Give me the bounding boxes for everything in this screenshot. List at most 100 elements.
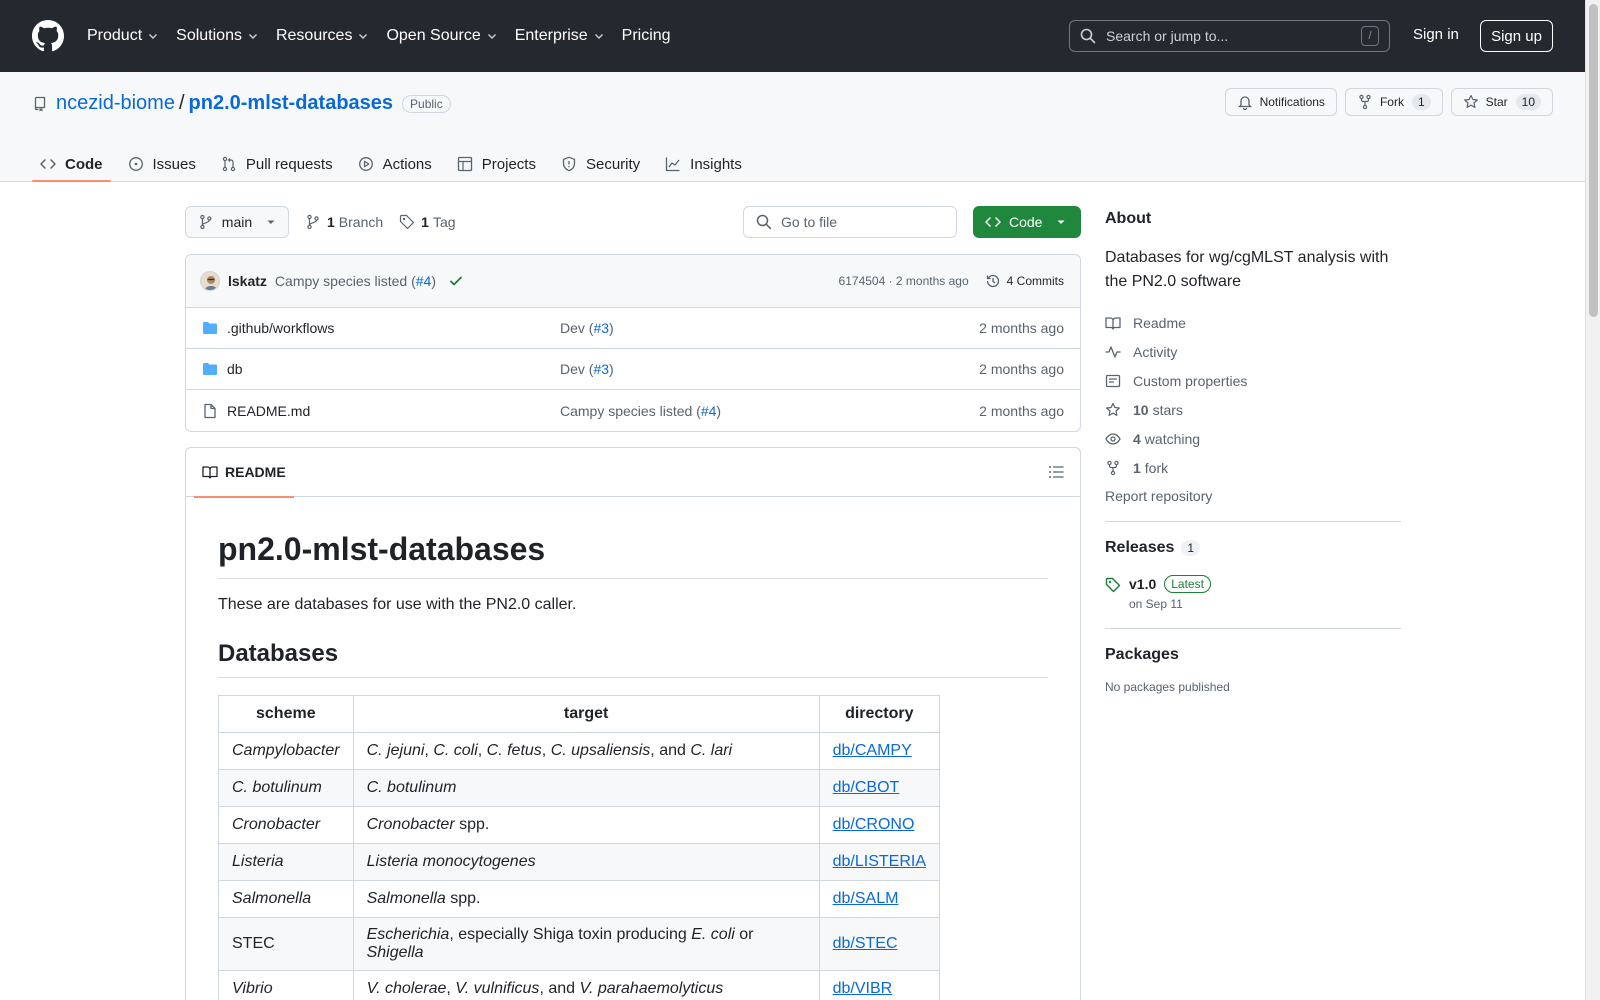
commit-author-link[interactable]: lskatz xyxy=(228,273,267,289)
file-commit-message[interactable]: Campy species listed (#4) xyxy=(560,403,721,419)
caret-down-icon xyxy=(267,220,275,224)
release-date: on Sep 11 xyxy=(1129,597,1183,611)
notifications-button[interactable]: Notifications xyxy=(1224,88,1337,116)
tab-issues[interactable]: Issues xyxy=(120,146,204,182)
star-icon xyxy=(1106,402,1120,416)
file-commit-pr-link[interactable]: #3 xyxy=(593,361,609,377)
sign-in-link[interactable]: Sign in xyxy=(1413,26,1459,43)
github-logo-icon[interactable] xyxy=(32,20,64,52)
file-commit-text: Dev ( xyxy=(560,361,594,377)
avatar[interactable] xyxy=(200,271,220,291)
table-row: STEC Escherichia, especially Shiga toxin … xyxy=(218,917,940,971)
repo-name-link[interactable]: pn2.0-mlst-databases xyxy=(189,92,394,115)
target-cell: Escherichia, especially Shiga toxin prod… xyxy=(352,917,820,971)
file-name-link[interactable]: README.md xyxy=(227,403,310,419)
directory-link[interactable]: db/STEC xyxy=(833,935,898,952)
caret-down-icon xyxy=(1057,220,1065,224)
directory-link[interactable]: db/VIBR xyxy=(833,980,893,997)
commit-sha-time[interactable]: 6174504 · 2 months ago xyxy=(839,274,969,288)
code-icon xyxy=(40,159,56,169)
commit-message[interactable]: Campy species listed (#4) xyxy=(275,273,436,289)
nav-resources[interactable]: Resources xyxy=(276,27,369,45)
file-commit-pr-link[interactable]: #3 xyxy=(593,320,609,336)
scheme-cell: C. botulinum xyxy=(218,769,354,807)
page-scrollbar[interactable] xyxy=(1585,0,1600,1000)
file-commit-message[interactable]: Dev (#3) xyxy=(560,361,614,377)
cell-text: Cronobacter xyxy=(366,816,455,833)
packages-heading[interactable]: Packages xyxy=(1105,646,1401,664)
nav-product[interactable]: Product xyxy=(87,27,159,45)
sidebar-item-fork[interactable]: 1 fork xyxy=(1105,453,1401,482)
readme-tab[interactable]: README xyxy=(194,448,294,498)
code-dropdown-button[interactable]: Code xyxy=(973,206,1081,238)
tab-projects[interactable]: Projects xyxy=(449,146,544,182)
directory-link[interactable]: db/CAMPY xyxy=(833,742,912,759)
file-name-link[interactable]: db xyxy=(227,361,243,377)
file-row[interactable]: .github/workflows Dev (#3) 2 months ago xyxy=(186,308,1080,349)
sidebar-item-custom-properties[interactable]: Custom properties xyxy=(1105,366,1401,395)
readme-body: pn2.0-mlst-databases These are databases… xyxy=(186,531,1080,1000)
nav-solutions[interactable]: Solutions xyxy=(176,27,259,45)
directory-link[interactable]: db/CRONO xyxy=(833,816,915,833)
branch-selector[interactable]: main xyxy=(185,206,289,238)
tab-pull-requests[interactable]: Pull requests xyxy=(213,146,341,182)
sidebar-item-label: Activity xyxy=(1133,343,1178,360)
table-row: C. botulinum C. botulinum db/CBOT xyxy=(218,769,940,807)
cell-text: V. parahaemolyticus xyxy=(579,980,724,997)
sidebar-item-activity[interactable]: Activity xyxy=(1105,337,1401,366)
go-to-file-input[interactable]: Go to file xyxy=(743,206,957,238)
tags-link[interactable]: 1 Tag xyxy=(399,214,456,230)
nav-open-source[interactable]: Open Source xyxy=(386,27,497,45)
table-header-scheme: scheme xyxy=(218,695,354,733)
nav-enterprise[interactable]: Enterprise xyxy=(515,27,605,45)
pull-request-icon xyxy=(222,156,236,172)
cell-text: Campylobacter xyxy=(232,742,340,759)
nav-label: Enterprise xyxy=(514,27,588,44)
cell-text: C. lari xyxy=(690,742,733,759)
scrollbar-thumb[interactable] xyxy=(1589,4,1598,317)
fork-button[interactable]: Fork 1 xyxy=(1344,88,1443,116)
tag-count: 1 xyxy=(421,214,429,230)
list-unordered-icon[interactable] xyxy=(1048,464,1064,480)
table-header-target: target xyxy=(352,695,820,733)
tab-actions[interactable]: Actions xyxy=(350,146,440,182)
tab-insights[interactable]: Insights xyxy=(657,146,750,182)
releases-heading[interactable]: Releases 1 xyxy=(1105,539,1401,557)
nav-label: Resources xyxy=(275,27,353,44)
sidebar-item-stars[interactable]: 10 stars xyxy=(1105,395,1401,424)
directory-link[interactable]: db/SALM xyxy=(833,890,899,907)
search-input[interactable]: Search or jump to... / xyxy=(1069,20,1390,52)
code-icon xyxy=(985,217,1001,227)
note-icon xyxy=(1105,374,1121,387)
commits-count: 4 Commits xyxy=(1006,274,1064,288)
check-icon[interactable] xyxy=(448,273,464,289)
latest-release[interactable]: v1.0 Latest on Sep 11 xyxy=(1105,575,1401,611)
star-button[interactable]: Star 10 xyxy=(1450,88,1553,116)
file-commit-message[interactable]: Dev (#3) xyxy=(560,320,614,336)
branches-link[interactable]: 1 Branch xyxy=(305,214,383,230)
file-name-link[interactable]: .github/workflows xyxy=(227,320,334,336)
readme-panel: README pn2.0-mlst-databases These are da… xyxy=(185,447,1081,1000)
directory-link[interactable]: db/CBOT xyxy=(833,779,900,796)
commit-pr-link[interactable]: #4 xyxy=(416,273,432,289)
file-commit-pr-link[interactable]: #4 xyxy=(701,403,717,419)
sidebar-item-watching[interactable]: 4 watching xyxy=(1105,424,1401,453)
nav-pricing[interactable]: Pricing xyxy=(622,27,671,45)
readme-tab-label: README xyxy=(225,464,286,480)
tab-security[interactable]: Security xyxy=(553,146,648,182)
search-icon xyxy=(756,214,772,230)
directory-cell: db/CBOT xyxy=(818,769,940,807)
file-row[interactable]: db Dev (#3) 2 months ago xyxy=(186,349,1080,390)
repo-owner-link[interactable]: ncezid-biome xyxy=(56,92,175,115)
file-age: 2 months ago xyxy=(979,361,1064,377)
tab-label: Issues xyxy=(152,155,196,173)
cell-text: , and xyxy=(650,742,691,759)
tab-code[interactable]: Code xyxy=(32,146,111,182)
repo-icon xyxy=(34,96,46,111)
file-row[interactable]: README.md Campy species listed (#4) 2 mont… xyxy=(186,390,1080,431)
sign-up-button[interactable]: Sign up xyxy=(1480,20,1553,52)
directory-link[interactable]: db/LISTERIA xyxy=(833,853,926,870)
commits-history-link[interactable]: 4 Commits xyxy=(985,273,1064,289)
report-repository-link[interactable]: Report repository xyxy=(1105,488,1401,504)
sidebar-item-readme[interactable]: Readme xyxy=(1105,308,1401,337)
